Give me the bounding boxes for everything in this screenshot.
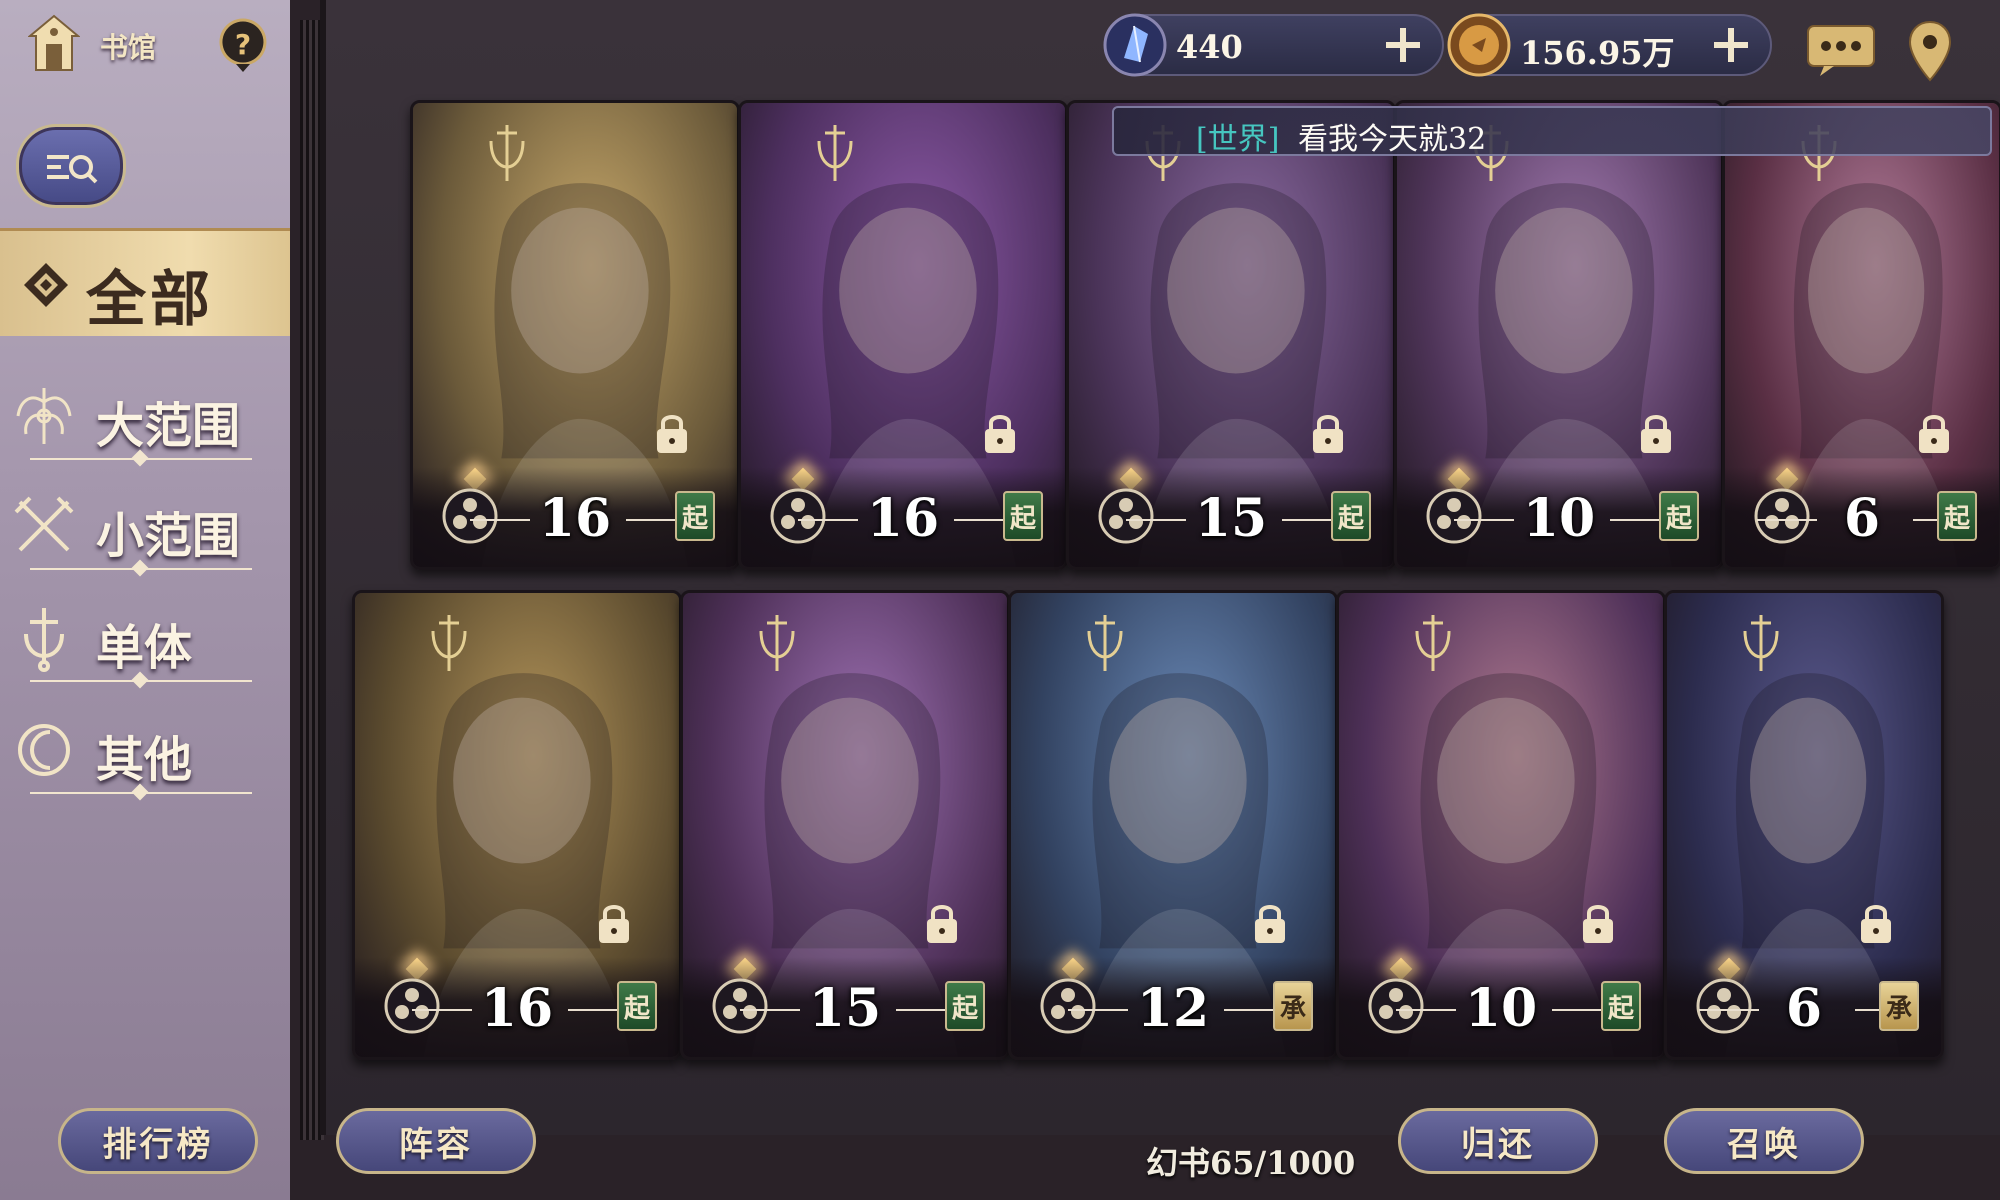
coin-icon xyxy=(1447,13,1511,77)
book-count: 幻书65/1000 xyxy=(1146,1144,1356,1182)
faction-emblem-icon xyxy=(1087,615,1123,671)
stage-tag: 起 xyxy=(675,491,715,541)
category-small-range[interactable]: 小范围 xyxy=(0,482,270,592)
character-card[interactable]: 16 起 xyxy=(352,590,682,1060)
ranking-button[interactable]: 排行榜 xyxy=(58,1108,258,1174)
stage-tag: 承 xyxy=(1273,981,1313,1031)
faction-emblem-icon xyxy=(817,125,853,181)
return-button[interactable]: 归还 xyxy=(1398,1108,1598,1174)
add-gold-icon[interactable] xyxy=(1708,22,1754,68)
add-crystal-icon[interactable] xyxy=(1380,22,1426,68)
lock-icon[interactable] xyxy=(983,411,1017,455)
wide-range-icon xyxy=(16,388,72,444)
stage-tag: 起 xyxy=(945,981,985,1031)
divider xyxy=(30,458,252,460)
faction-emblem-icon xyxy=(759,615,795,671)
character-card[interactable]: 16 起 xyxy=(738,100,1068,570)
category-all-tab[interactable]: 全部 xyxy=(0,228,316,336)
diamond-icon xyxy=(24,263,68,307)
category-all-label: 全部 xyxy=(86,265,214,335)
stage-tag: 起 xyxy=(1937,491,1977,541)
character-card[interactable]: 16 起 xyxy=(410,100,740,570)
character-card[interactable]: 6 承 xyxy=(1664,590,1944,1060)
crystal-counter: 440 xyxy=(1103,13,1444,77)
category-other[interactable]: 其他 xyxy=(0,706,270,816)
filter-button[interactable] xyxy=(16,124,126,208)
divider xyxy=(30,568,252,570)
world-chat-banner[interactable]: [世界] 看我今天就32 xyxy=(1112,106,1992,157)
lock-icon[interactable] xyxy=(1917,411,1951,455)
lock-icon[interactable] xyxy=(1639,411,1673,455)
category-label: 单体 xyxy=(96,620,193,676)
faction-emblem-icon xyxy=(431,615,467,671)
library-icon[interactable] xyxy=(27,14,81,74)
crossed-swords-icon xyxy=(14,496,74,552)
character-card[interactable]: 6 起 xyxy=(1722,100,2000,570)
gold-counter: 156.95万 xyxy=(1447,13,1772,77)
stage-tag: 起 xyxy=(617,981,657,1031)
lineup-button[interactable]: 阵容 xyxy=(336,1108,536,1174)
category-label: 小范围 xyxy=(96,508,241,564)
divider xyxy=(30,792,252,794)
character-card[interactable]: 15 起 xyxy=(680,590,1010,1060)
category-label: 其他 xyxy=(96,732,193,788)
summon-button[interactable]: 召唤 xyxy=(1664,1108,1864,1174)
world-chat-message: 看我今天就32 xyxy=(1298,122,1487,157)
stage-tag: 起 xyxy=(1659,491,1699,541)
crystal-value: 440 xyxy=(1176,28,1243,66)
character-card[interactable]: 10 起 xyxy=(1336,590,1666,1060)
faction-emblem-icon xyxy=(1743,615,1779,671)
character-card[interactable]: 15 起 xyxy=(1066,100,1396,570)
location-pin-icon[interactable] xyxy=(1906,20,1954,82)
category-single[interactable]: 单体 xyxy=(0,594,270,704)
lock-icon[interactable] xyxy=(1311,411,1345,455)
help-icon[interactable]: ? xyxy=(218,18,268,74)
moon-icon xyxy=(18,724,70,776)
sidebar: 书馆 ? 全部 大范围 小范围 单体 其他 xyxy=(0,0,330,1200)
character-card[interactable]: 10 起 xyxy=(1394,100,1724,570)
divider xyxy=(30,680,252,682)
category-wide-range[interactable]: 大范围 xyxy=(0,372,270,482)
character-card[interactable]: 12 承 xyxy=(1008,590,1338,1060)
lock-icon[interactable] xyxy=(597,901,631,945)
sword-icon xyxy=(24,608,64,672)
library-label: 书馆 xyxy=(100,31,157,64)
svg-text:?: ? xyxy=(235,28,251,61)
stage-tag: 承 xyxy=(1879,981,1919,1031)
faction-emblem-icon xyxy=(1415,615,1451,671)
lock-icon[interactable] xyxy=(1253,901,1287,945)
search-list-icon xyxy=(47,155,98,184)
world-chat-channel: [世界] xyxy=(1196,122,1280,157)
lock-icon[interactable] xyxy=(655,411,689,455)
stage-tag: 起 xyxy=(1331,491,1371,541)
gold-value: 156.95万 xyxy=(1520,34,1675,72)
lock-icon[interactable] xyxy=(925,901,959,945)
lock-icon[interactable] xyxy=(1859,901,1893,945)
chat-icon[interactable] xyxy=(1806,24,1876,78)
stage-tag: 起 xyxy=(1601,981,1641,1031)
faction-emblem-icon xyxy=(489,125,525,181)
stage-tag: 起 xyxy=(1003,491,1043,541)
lock-icon[interactable] xyxy=(1581,901,1615,945)
category-label: 大范围 xyxy=(96,398,241,454)
crystal-icon xyxy=(1103,13,1167,77)
